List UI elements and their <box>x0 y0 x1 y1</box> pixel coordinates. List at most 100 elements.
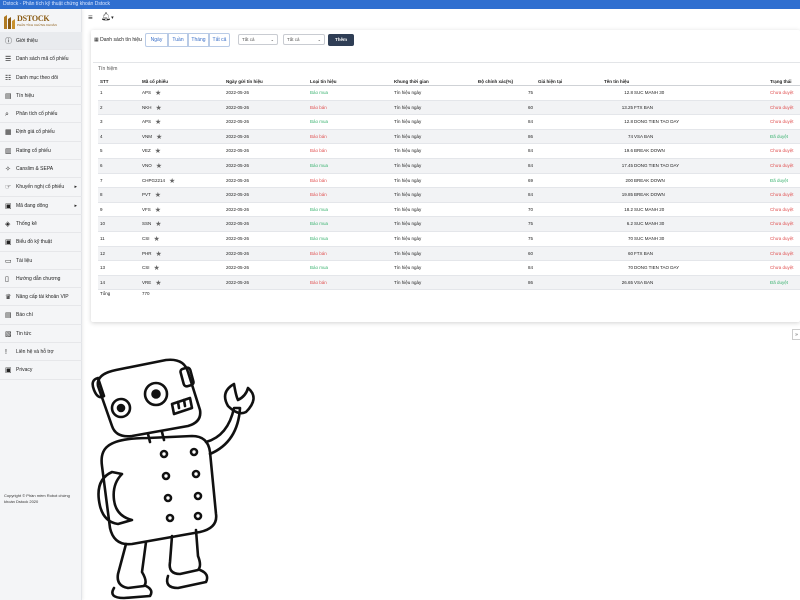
table-row[interactable]: 10 SSN ★ 2022-05-26 Báo mua Tín hiệu ngày 75 6.… <box>98 217 800 232</box>
table-row[interactable]: 5 VEZ ★ 2022-05-26 Báo bán Tín hiệu ngày 84 19.… <box>98 144 800 159</box>
star-icon[interactable]: ★ <box>155 145 161 159</box>
star-icon[interactable]: ★ <box>155 204 161 218</box>
star-icon[interactable]: ★ <box>156 248 162 262</box>
next-page-button[interactable]: » <box>792 329 800 340</box>
stock-code[interactable]: VNM <box>142 134 152 139</box>
table-row[interactable]: 11 CSI ★ 2022-05-26 Báo mua Tín hiệu ngày 75 70… <box>98 232 800 247</box>
signal-type-select[interactable]: Tất cả ⌄ <box>238 34 278 45</box>
sidebar-menu: ⓘ Giới thiệu ☰ Danh sách mã cổ phiếu ☷ Danh m… <box>0 32 82 380</box>
stock-code[interactable]: PVT <box>142 192 151 197</box>
header-ten[interactable]: Tên tín hiệu <box>604 77 734 86</box>
table-row[interactable]: 4 VNM ★ 2022-05-26 Báo bán Tín hiệu ngày 86 74 V… <box>98 129 800 145</box>
stock-code[interactable]: APS <box>142 119 151 124</box>
cell-ma: CHPG2214 ★ <box>142 174 175 189</box>
cell-stt: 4 <box>100 133 103 139</box>
cell-dcx: 60 <box>527 250 533 256</box>
logo-mark-icon <box>4 15 15 29</box>
tab-week[interactable]: Tuần <box>168 33 188 47</box>
sidebar-item-15[interactable]: ▤ Báo chí <box>0 306 82 325</box>
sidebar-item-18[interactable]: ▣ Privacy <box>0 361 82 380</box>
sidebar-item-1[interactable]: ☰ Danh sách mã cổ phiếu <box>0 50 82 69</box>
timeframe-select[interactable]: Tất cả ⌄ <box>283 34 325 45</box>
sidebar-item-17[interactable]: ! Liên hệ và hỗ trợ <box>0 343 82 362</box>
star-icon[interactable]: ★ <box>156 131 162 145</box>
cell-ten: DONG TIEN TAO DAY <box>634 119 680 125</box>
cell-ngay: 2022-05-26 <box>226 279 250 285</box>
header-ma[interactable]: Mã cổ phiếu <box>142 77 168 86</box>
header-ngay[interactable]: Ngày gửi tín hiệu <box>226 77 263 86</box>
header-stt[interactable]: STT <box>100 77 109 86</box>
star-icon[interactable]: ★ <box>155 277 161 291</box>
notification-bell-icon[interactable]: 🔔︎▾ <box>101 12 114 21</box>
sidebar-item-0[interactable]: ⓘ Giới thiệu <box>0 32 82 51</box>
stock-code[interactable]: VFS <box>142 207 151 212</box>
table-row[interactable]: 3 APS ★ 2022-05-26 Báo mua Tín hiệu ngày 84 12.… <box>98 115 800 130</box>
robot-mascot-illustration <box>91 358 255 600</box>
tab-all[interactable]: Tất cả <box>209 33 230 47</box>
stock-code[interactable]: PHR <box>142 251 152 256</box>
star-icon[interactable]: ★ <box>154 233 160 247</box>
cell-ten: DONG TIEN TAO DAY <box>634 162 680 168</box>
table-row[interactable]: 2 NKH ★ 2022-05-26 Báo bán Tín hiệu ngày 60 13.… <box>98 100 800 116</box>
star-icon[interactable]: ★ <box>155 189 161 203</box>
sidebar-item-label: Tài liệu <box>16 257 33 264</box>
sidebar-item-10[interactable]: ◈ Thống kê <box>0 215 82 234</box>
sidebar-item-11[interactable]: ▣ Biểu đồ kỹ thuật <box>0 233 82 252</box>
menu-toggle-icon[interactable]: ≡ <box>88 13 93 22</box>
sidebar-item-7[interactable]: ✧ Canslim & SEPA <box>0 160 82 179</box>
stock-code[interactable]: SSN <box>142 221 151 226</box>
star-icon[interactable]: ★ <box>155 116 161 130</box>
timeframe-select-value: Tất cả <box>287 37 300 42</box>
star-icon[interactable]: ★ <box>154 262 160 276</box>
stock-code[interactable]: CSI <box>142 236 150 241</box>
sidebar-item-2[interactable]: ☷ Danh mục theo dõi <box>0 69 82 87</box>
sidebar-item-4[interactable]: ⌕ Phân tích cổ phiếu <box>0 105 82 124</box>
table-row[interactable]: 13 CSI ★ 2022-05-26 Báo mua Tín hiệu ngày 84 70… <box>98 261 800 276</box>
sidebar-item-3[interactable]: ▤ Tín hiệu <box>0 87 82 106</box>
stock-code[interactable]: NKH <box>142 105 152 110</box>
stock-code[interactable]: CSI <box>142 265 150 270</box>
stock-code[interactable]: VEZ <box>142 148 151 153</box>
table-row[interactable]: 7 CHPG2214 ★ 2022-05-26 Báo bán Tín hiệu ngày… <box>98 174 800 189</box>
header-tt[interactable]: Trạng thái <box>770 77 792 86</box>
add-button[interactable]: Thêm <box>328 34 354 46</box>
table-row[interactable]: 9 VFS ★ 2022-05-26 Báo mua Tín hiệu ngày 70 18.… <box>98 203 800 218</box>
table-row[interactable]: 8 PVT ★ 2022-05-26 Báo bán Tín hiệu ngày 84 19.… <box>98 188 800 203</box>
sidebar-item-13[interactable]: ▯ Hướng dẫn chương <box>0 270 82 289</box>
star-icon[interactable]: ★ <box>155 87 161 101</box>
table-row[interactable]: 14 VRE ★ 2022-05-26 Báo bán Tín hiệu ngày 86 26… <box>98 275 800 291</box>
total-value: 770 <box>142 291 150 297</box>
header-dcx[interactable]: Độ chính xác(%) <box>478 77 533 86</box>
header-loai[interactable]: Loại tín hiệu <box>310 77 337 86</box>
cell-ma: VFS ★ <box>142 203 161 218</box>
table-row[interactable]: 12 PHR ★ 2022-05-26 Báo bán Tín hiệu ngày 60 60… <box>98 246 800 262</box>
cell-gia: 19.85 <box>621 192 633 198</box>
stock-code[interactable]: VNO <box>142 163 152 168</box>
sidebar-item-9[interactable]: ▣ Mã đang dõng ▸ <box>0 197 82 215</box>
sidebar-item-12[interactable]: ▭ Tài liệu <box>0 252 82 270</box>
copyright: Copyright © Phần mềm Robot chứng khoán D… <box>4 493 70 504</box>
sidebar-item-8[interactable]: ☞ Khuyến nghị cổ phiếu ▸ <box>0 178 82 197</box>
header-khung[interactable]: Khung thời gian <box>394 77 429 86</box>
star-icon[interactable]: ★ <box>156 102 162 116</box>
cell-gia: 17.45 <box>621 162 633 168</box>
star-icon[interactable]: ★ <box>155 218 161 232</box>
sidebar-item-5[interactable]: ▦ Định giá cổ phiếu <box>0 123 82 142</box>
table-row[interactable]: 6 VNO ★ 2022-05-26 Báo mua Tín hiệu ngày 84 17.… <box>98 158 800 174</box>
sidebar-item-14[interactable]: ♛ Nâng cấp tài khoản VIP <box>0 288 82 307</box>
tab-day[interactable]: Ngày <box>145 33 168 47</box>
chart-icon: ▥ <box>5 147 12 155</box>
cell-ngay: 2022-05-26 <box>226 119 250 125</box>
stock-code[interactable]: VRE <box>142 280 151 285</box>
sidebar-item-6[interactable]: ▥ Rating cổ phiếu <box>0 142 82 161</box>
stock-code[interactable]: APS <box>142 90 151 95</box>
star-icon[interactable]: ★ <box>156 160 162 174</box>
stock-code[interactable]: CHPG2214 <box>142 178 165 183</box>
logo[interactable]: DSTOCK PHÂN TÍCH CHỨNG KHOÁN <box>3 13 57 30</box>
sidebar-item-16[interactable]: ▧ Tin tức <box>0 325 82 344</box>
star-icon[interactable]: ★ <box>169 175 175 189</box>
list-check-icon: ☷ <box>5 74 12 82</box>
table-row[interactable]: 1 APS ★ 2022-05-26 Báo mua Tín hiệu ngày 75 12.… <box>98 86 800 101</box>
hand-icon: ☞ <box>5 184 12 192</box>
tab-month[interactable]: Tháng <box>188 33 209 47</box>
